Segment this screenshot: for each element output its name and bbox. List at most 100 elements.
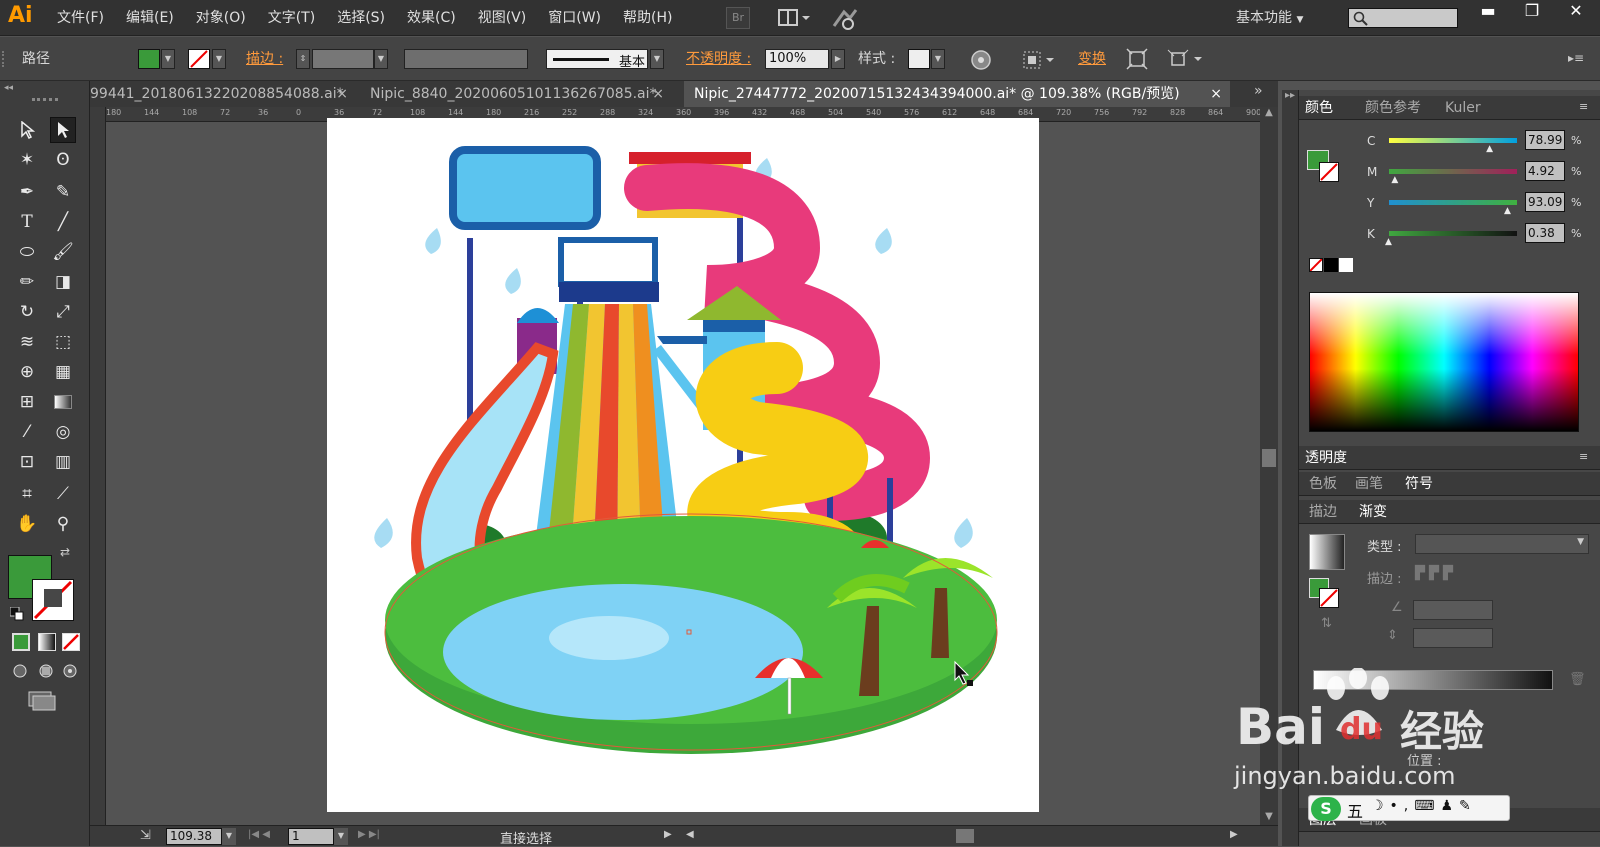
swap-fill-stroke-icon[interactable]: ⇄ xyxy=(60,545,76,559)
slider-thumb-y[interactable]: ▲ xyxy=(1504,206,1511,216)
tab-kuler[interactable]: Kuler xyxy=(1445,96,1481,120)
blend-tool-icon[interactable]: ◎ xyxy=(50,419,76,445)
horizontal-scroll-thumb[interactable] xyxy=(956,829,974,843)
stroke-dropdown[interactable]: ▼ xyxy=(212,49,226,69)
stroke-weight-input[interactable] xyxy=(312,49,374,69)
free-transform-tool-icon[interactable]: ⬚ xyxy=(50,329,76,355)
opacity-label[interactable]: 不透明度 : xyxy=(686,37,751,81)
menu-object[interactable]: 对象(O) xyxy=(185,0,257,36)
pencil-tool-icon[interactable]: ✏ xyxy=(14,269,40,295)
zoom-input[interactable]: 109.38 xyxy=(166,828,222,845)
line-segment-tool-icon[interactable]: ╱ xyxy=(50,209,76,235)
ellipse-tool-icon[interactable]: ⬭ xyxy=(14,239,40,265)
artboard-dropdown[interactable]: ▼ xyxy=(334,828,348,845)
collapse-panel-icon[interactable]: ◂◂ xyxy=(4,83,86,93)
white-swatch[interactable] xyxy=(1339,258,1353,272)
align-to-icon[interactable] xyxy=(1022,49,1056,71)
artboard[interactable] xyxy=(327,118,1039,812)
magic-wand-tool-icon[interactable]: ✶ xyxy=(14,147,40,173)
opacity-dropdown[interactable]: ▶ xyxy=(831,49,845,69)
bridge-button[interactable]: Br xyxy=(726,7,750,29)
tab-transparency[interactable]: 透明度 xyxy=(1305,446,1347,470)
panel-menu-icon[interactable]: ≡ xyxy=(1579,450,1588,463)
slider-track-m[interactable] xyxy=(1389,169,1517,174)
panel-stroke-swatch[interactable] xyxy=(1319,162,1339,182)
ime-mode-label[interactable]: 五 xyxy=(1347,798,1363,822)
eyedropper-tool-icon[interactable]: ⁄ xyxy=(14,419,40,445)
menu-window[interactable]: 窗口(W) xyxy=(537,0,612,36)
slider-track-k[interactable] xyxy=(1389,231,1517,236)
gpu-performance-icon[interactable] xyxy=(832,8,858,30)
value-m[interactable]: 4.92 xyxy=(1525,161,1565,181)
tab-brushes[interactable]: 画笔 xyxy=(1355,472,1383,496)
graphic-style-dropdown[interactable]: ▼ xyxy=(931,49,945,69)
tab-stroke[interactable]: 描边 xyxy=(1309,500,1337,524)
ime-tools-icons[interactable]: ☽•,⌨♟✎ xyxy=(1371,798,1477,814)
value-k[interactable]: 0.38 xyxy=(1525,223,1565,243)
direct-selection-tool-icon[interactable] xyxy=(50,117,76,143)
menu-edit[interactable]: 编辑(E) xyxy=(115,0,185,36)
tab-color[interactable]: 颜色 xyxy=(1305,96,1333,120)
color-spectrum-picker[interactable] xyxy=(1309,292,1579,432)
value-c[interactable]: 78.99 xyxy=(1525,130,1565,150)
tab-swatches[interactable]: 色板 xyxy=(1309,472,1337,496)
tab-symbols[interactable]: 符号 xyxy=(1405,472,1433,496)
graphic-style-swatch[interactable] xyxy=(908,49,930,69)
recolor-artwork-icon[interactable] xyxy=(970,49,992,71)
black-swatch[interactable] xyxy=(1324,258,1338,272)
tab-gradient[interactable]: 渐变 xyxy=(1359,500,1387,524)
stroke-weight-label[interactable]: 描边 : xyxy=(246,37,283,81)
tab-document-1[interactable]: 99441_20180613220208854088.ai* × xyxy=(90,81,352,107)
stroke-color-swatch[interactable] xyxy=(188,49,210,69)
stroke-gradient-buttons[interactable]: ▛▛▛ xyxy=(1415,566,1497,590)
gradient-type-select[interactable]: ▼ xyxy=(1415,534,1589,554)
color-mode-icon[interactable] xyxy=(12,633,30,651)
tab-document-3[interactable]: Nipic_27447772_20200715132434394000.ai* … xyxy=(684,81,1230,107)
shape-builder-tool-icon[interactable]: ⊕ xyxy=(14,359,40,385)
panel-menu-icon[interactable]: ≡ xyxy=(1579,100,1588,113)
slider-track-c[interactable] xyxy=(1389,138,1517,143)
column-graph-tool-icon[interactable]: ▥ xyxy=(50,449,76,475)
draw-normal-icon[interactable] xyxy=(12,663,30,679)
angle-input[interactable] xyxy=(1413,600,1493,620)
transform-link[interactable]: 变换 xyxy=(1078,37,1106,81)
aspect-ratio-input[interactable] xyxy=(1413,628,1493,648)
scroll-thumb[interactable] xyxy=(1262,449,1276,467)
slice-tool-icon[interactable]: ⟋ xyxy=(50,481,76,507)
minimize-button[interactable]: ▬ xyxy=(1466,0,1510,24)
menu-select[interactable]: 选择(S) xyxy=(326,0,396,36)
first-artboard-icon[interactable]: |◀ ◀ xyxy=(248,829,278,840)
paintbrush-tool-icon[interactable]: 🖌 xyxy=(50,239,76,265)
none-swatch[interactable] xyxy=(1309,258,1323,272)
scale-tool-icon[interactable]: ⤢ xyxy=(50,299,76,325)
lasso-tool-icon[interactable]: ʘ xyxy=(50,147,76,173)
slider-thumb-k[interactable]: ▲ xyxy=(1385,237,1392,247)
reverse-gradient-icon[interactable]: ⇅ xyxy=(1321,616,1332,631)
perspective-grid-tool-icon[interactable]: ▦ xyxy=(50,359,76,385)
scroll-left-arrow-icon[interactable]: ◀ xyxy=(686,829,698,840)
scroll-down-arrow-icon[interactable]: ▼ xyxy=(1261,811,1277,825)
width-tool-icon[interactable]: ≋ xyxy=(14,329,40,355)
fill-dropdown[interactable]: ▼ xyxy=(161,49,175,69)
symbol-sprayer-tool-icon[interactable]: ⊡ xyxy=(14,449,40,475)
selection-tool-icon[interactable] xyxy=(14,117,40,143)
stroke-weight-stepper[interactable]: ⇕ xyxy=(296,49,310,69)
draw-behind-icon[interactable] xyxy=(36,663,56,679)
brush-definition[interactable]: 基本 xyxy=(546,49,648,70)
arrange-documents-icon[interactable] xyxy=(778,8,812,28)
draw-inside-icon[interactable] xyxy=(60,663,80,679)
scroll-right-arrow-icon[interactable]: ▶ xyxy=(1230,829,1242,840)
toolbar-grip[interactable] xyxy=(32,98,58,102)
menu-view[interactable]: 视图(V) xyxy=(467,0,538,36)
gradient-preview[interactable] xyxy=(1309,534,1345,570)
panel-menu-icon[interactable]: ▸≡ xyxy=(1568,51,1592,67)
status-menu-arrow-icon[interactable]: ▶ xyxy=(664,829,676,840)
mesh-tool-icon[interactable]: ⊞ xyxy=(14,389,40,415)
menu-file[interactable]: 文件(F) xyxy=(46,0,115,36)
artboard-number-input[interactable]: 1 xyxy=(288,828,334,845)
variable-width-profile[interactable] xyxy=(404,49,528,69)
workspace-switcher[interactable]: 基本功能 ▼ xyxy=(1236,7,1303,27)
menu-type[interactable]: 文字(T) xyxy=(257,0,326,36)
canvas-area[interactable] xyxy=(106,118,1272,825)
help-search-input[interactable] xyxy=(1348,8,1458,28)
